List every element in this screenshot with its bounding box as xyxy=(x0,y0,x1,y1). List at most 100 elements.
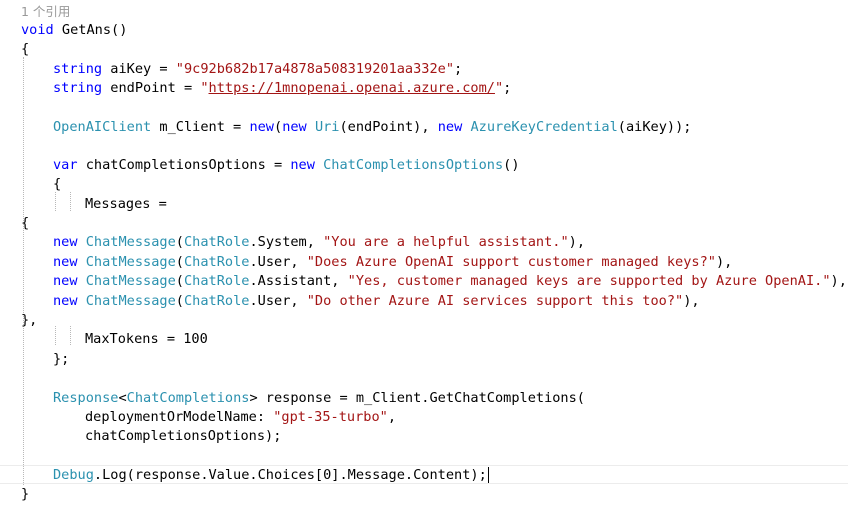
code-line-3[interactable]: { xyxy=(21,40,29,59)
string-literal: "Yes, customer managed keys are supporte… xyxy=(347,273,831,289)
code-editor[interactable]: 1 个引用 void GetAns() { string aiKey = "9c… xyxy=(0,0,848,519)
code-text: ), xyxy=(715,254,733,270)
keyword-token: new xyxy=(290,157,315,173)
code-text: ( xyxy=(175,273,184,289)
type-token: ChatMessage xyxy=(85,293,176,309)
keyword-token: new xyxy=(437,119,463,135)
brace: } xyxy=(21,486,30,502)
code-text: .User, xyxy=(249,293,307,309)
keyword-token: var xyxy=(53,157,78,173)
code-text: ( xyxy=(274,119,283,135)
code-line-25[interactable]: Debug.Log(response.Value.Choices[0].Mess… xyxy=(53,466,489,485)
keyword-token: void xyxy=(21,22,54,38)
code-text: .Log(response.Value.Choices[0].Message.C… xyxy=(93,467,487,483)
indent-guide xyxy=(70,326,71,345)
type-token: OpenAIClient xyxy=(53,119,152,135)
indent-guide xyxy=(55,326,56,345)
code-text: .System, xyxy=(249,234,324,250)
type-token: ChatCompletions xyxy=(126,390,250,406)
references-codelens[interactable]: 1 个引用 xyxy=(21,2,70,21)
brace: { xyxy=(53,176,62,192)
code-line-16[interactable]: new ChatMessage(ChatRole.User, "Do other… xyxy=(53,292,700,311)
keyword-token: new xyxy=(53,293,78,309)
type-token: ChatRole xyxy=(183,293,250,309)
type-token: AzureKeyCredential xyxy=(470,119,618,135)
code-text: chatCompletionsOptions); xyxy=(85,428,282,444)
type-token: ChatMessage xyxy=(85,273,176,289)
code-text: ; xyxy=(503,80,512,96)
endpoint-url-link[interactable]: https://1mnopenai.openai.azure.com/ xyxy=(209,80,495,96)
type-token: ChatMessage xyxy=(85,234,176,250)
type-token: ChatCompletionsOptions xyxy=(323,157,504,173)
code-line-22[interactable]: deploymentOrModelName: "gpt-35-turbo", xyxy=(85,408,396,427)
code-text: deploymentOrModelName: xyxy=(85,409,274,425)
code-line-23[interactable]: chatCompletionsOptions); xyxy=(85,427,281,446)
keyword-token: new xyxy=(53,234,78,250)
text-caret xyxy=(487,467,489,483)
code-line-15[interactable]: new ChatMessage(ChatRole.Assistant, "Yes… xyxy=(53,272,847,291)
code-text: ), xyxy=(683,293,700,309)
code-text: endPoint = xyxy=(102,80,201,96)
indent-guide xyxy=(55,192,56,211)
indent-guide xyxy=(70,192,71,211)
type-token: ChatMessage xyxy=(85,254,176,270)
code-text: (aiKey)); xyxy=(617,119,692,135)
code-line-7[interactable]: OpenAIClient m_Client = new(new Uri(endP… xyxy=(53,118,691,137)
code-line-21[interactable]: Response<ChatCompletions> response = m_C… xyxy=(53,389,585,408)
code-text: m_Client = xyxy=(151,119,250,135)
brace: }, xyxy=(21,312,38,328)
code-text: MaxTokens = 100 xyxy=(85,331,208,347)
type-token: ChatRole xyxy=(183,273,250,289)
code-text: > response = m_Client.GetChatCompletions… xyxy=(249,390,585,406)
code-text: ), xyxy=(830,273,847,289)
code-text: ), xyxy=(568,234,586,250)
keyword-token: new xyxy=(249,119,274,135)
code-line-18[interactable]: MaxTokens = 100 xyxy=(85,330,208,349)
brace: }; xyxy=(53,351,70,367)
string-literal: "gpt-35-turbo" xyxy=(273,409,388,425)
type-token: Uri xyxy=(314,119,340,135)
code-line-11[interactable]: Messages = xyxy=(85,195,167,214)
method-signature: GetAns() xyxy=(53,22,128,38)
code-line-17[interactable]: }, xyxy=(21,311,37,330)
code-text: , xyxy=(387,409,397,425)
code-line-19[interactable]: }; xyxy=(53,350,69,369)
string-quote: " xyxy=(200,80,209,96)
code-text: ( xyxy=(175,234,184,250)
string-literal: "You are a helpful assistant." xyxy=(323,234,569,250)
code-text: .Assistant, xyxy=(249,273,348,289)
code-line-10[interactable]: { xyxy=(53,175,61,194)
code-line-9[interactable]: var chatCompletionsOptions = new ChatCom… xyxy=(53,156,520,175)
keyword-token: new xyxy=(53,273,78,289)
code-line-4[interactable]: string aiKey = "9c92b682b17a4878a5083192… xyxy=(53,60,462,79)
string-literal: "Does Azure OpenAI support customer mana… xyxy=(306,254,716,270)
keyword-token: new xyxy=(53,254,78,270)
code-line-2[interactable]: void GetAns() xyxy=(21,21,127,40)
keyword-token: new xyxy=(282,119,307,135)
keyword-token: string xyxy=(53,61,103,77)
code-line-5[interactable]: string endPoint = "https://1mnopenai.ope… xyxy=(53,79,511,98)
string-literal: "Do other Azure AI services support this… xyxy=(306,293,684,309)
type-token: Debug xyxy=(53,467,94,483)
code-line-12[interactable]: { xyxy=(21,214,29,233)
code-text: aiKey = xyxy=(102,61,176,77)
code-text: () xyxy=(503,157,520,173)
code-line-13[interactable]: new ChatMessage(ChatRole.System, "You ar… xyxy=(53,233,585,252)
type-token: ChatRole xyxy=(183,254,250,270)
type-token: Response xyxy=(53,390,119,406)
code-text: ( xyxy=(175,254,184,270)
type-token: ChatRole xyxy=(183,234,250,250)
code-text: ; xyxy=(454,61,463,77)
code-text: < xyxy=(118,390,127,406)
code-line-26[interactable]: } xyxy=(21,485,29,504)
brace: { xyxy=(21,215,30,231)
code-text: Messages = xyxy=(85,196,167,212)
code-line-14[interactable]: new ChatMessage(ChatRole.User, "Does Azu… xyxy=(53,253,732,272)
string-literal: "9c92b682b17a4878a508319201aa332e" xyxy=(175,61,455,77)
